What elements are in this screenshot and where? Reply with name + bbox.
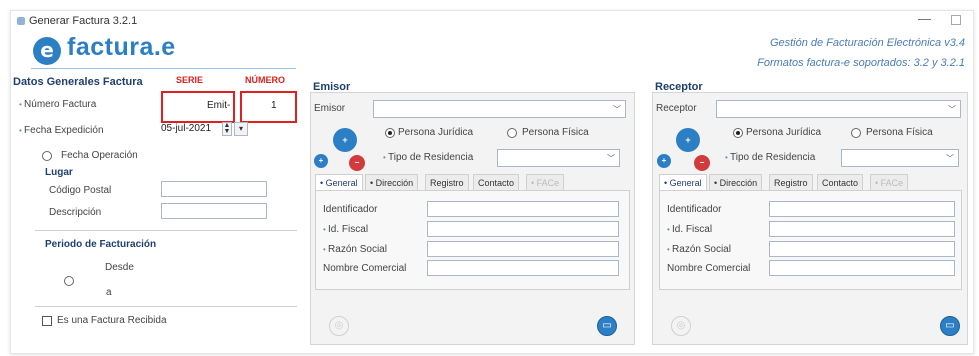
- emisor-juridica-label: Persona Jurídica: [398, 127, 474, 138]
- fecha-operacion-label: Fecha Operación: [61, 150, 138, 161]
- divider: [35, 306, 297, 307]
- remove-person-icon[interactable]: −: [349, 155, 365, 171]
- receptor-fisica-label: Persona Física: [866, 127, 933, 138]
- receptor-nombre-input[interactable]: [769, 260, 955, 276]
- divider: [35, 230, 297, 231]
- emisor-juridica-radio[interactable]: [385, 128, 395, 138]
- receptor-razon-input[interactable]: [769, 241, 955, 257]
- add-person-icon[interactable]: +: [676, 128, 700, 152]
- receptor-tab-registro[interactable]: Registro: [769, 174, 813, 190]
- emisor-tab-registro[interactable]: Registro: [425, 174, 469, 190]
- descripcion-input[interactable]: [161, 203, 267, 219]
- receptor-save-button[interactable]: ▭: [940, 316, 960, 336]
- receptor-select-label: Receptor: [656, 103, 697, 114]
- emisor-nombre-label: Nombre Comercial: [323, 263, 407, 274]
- emisor-fisica-label: Persona Física: [522, 127, 589, 138]
- emisor-nombre-input[interactable]: [427, 260, 619, 276]
- emisor-identificador-label: Identificador: [323, 204, 378, 215]
- remove-person-icon[interactable]: −: [694, 155, 710, 171]
- brand-name: factura.e: [67, 33, 176, 61]
- fecha-expedicion-input[interactable]: 05-jul-2021: [161, 123, 211, 134]
- emisor-tab-contacto[interactable]: Contacto: [473, 174, 520, 190]
- datos-generales-title: Datos Generales Factura: [13, 76, 143, 88]
- date-spinner[interactable]: ▲ ▼: [222, 122, 232, 136]
- emisor-tabs: • General • Dirección Registro Contacto …: [315, 174, 630, 190]
- emisor-razon-input[interactable]: [427, 241, 619, 257]
- descripcion-label: Descripción: [49, 207, 102, 218]
- receptor-juridica-radio[interactable]: [733, 128, 743, 138]
- receptor-residencia-select[interactable]: ﹀: [841, 149, 959, 167]
- date-picker-button[interactable]: ▾: [234, 122, 248, 136]
- formats-text: Formatos factura-e soportados: 3.2 y 3.2…: [757, 57, 965, 69]
- emisor-identificador-input[interactable]: [427, 201, 619, 217]
- emisor-disabled-button: ◎: [329, 316, 349, 336]
- fecha-expedicion-label: Fecha Expedición: [19, 125, 104, 136]
- serie-highlight: [161, 91, 235, 123]
- emisor-select-label: Emisor: [314, 103, 346, 114]
- fecha-operacion-radio[interactable]: [42, 151, 52, 161]
- app-version-text: Gestión de Facturación Electrónica v3.4: [769, 37, 965, 49]
- a-label: a: [106, 287, 112, 298]
- logo-mark: e: [33, 37, 61, 65]
- factura-recibida-checkbox[interactable]: [42, 316, 52, 326]
- numero-annotation: NÚMERO: [245, 75, 285, 85]
- emisor-select[interactable]: ﹀: [373, 100, 626, 118]
- serie-annotation: SERIE: [176, 75, 204, 85]
- receptor-tab-direccion[interactable]: • Dirección: [709, 174, 763, 190]
- title-bar: Generar Factura 3.2.1 —: [11, 11, 973, 33]
- numero-highlight: [240, 91, 297, 123]
- logo-divider: [31, 68, 296, 69]
- receptor-fisica-radio[interactable]: [851, 128, 861, 138]
- receptor-tab-contacto[interactable]: Contacto: [817, 174, 864, 190]
- lugar-title: Lugar: [45, 167, 73, 178]
- emisor-razon-label: Razón Social: [323, 244, 387, 255]
- numero-factura-label: Número Factura: [19, 99, 96, 110]
- codigo-postal-label: Código Postal: [49, 185, 112, 196]
- emisor-tab-direccion[interactable]: • Dirección: [365, 174, 419, 190]
- emisor-save-button[interactable]: ▭: [597, 316, 617, 336]
- maximize-button[interactable]: [951, 15, 961, 25]
- receptor-disabled-button: ◎: [671, 316, 691, 336]
- emisor-residencia-select[interactable]: ﹀: [497, 149, 620, 167]
- receptor-idfiscal-label: Id. Fiscal: [667, 224, 712, 235]
- codigo-postal-input[interactable]: [161, 181, 267, 197]
- receptor-identificador-label: Identificador: [667, 204, 722, 215]
- add-small-icon[interactable]: +: [314, 154, 328, 168]
- emisor-idfiscal-label: Id. Fiscal: [323, 224, 368, 235]
- receptor-nombre-label: Nombre Comercial: [667, 263, 751, 274]
- add-small-icon[interactable]: +: [657, 154, 671, 168]
- emisor-idfiscal-input[interactable]: [427, 221, 619, 237]
- periodo-radio[interactable]: [64, 276, 74, 286]
- receptor-idfiscal-input[interactable]: [769, 221, 955, 237]
- add-person-icon[interactable]: +: [333, 128, 357, 152]
- receptor-juridica-label: Persona Jurídica: [746, 127, 822, 138]
- receptor-tabs: • General • Dirección Registro Contacto …: [659, 174, 962, 190]
- app-icon: [17, 17, 25, 25]
- receptor-identificador-input[interactable]: [769, 201, 955, 217]
- receptor-razon-label: Razón Social: [667, 244, 731, 255]
- emisor-tab-general[interactable]: • General: [315, 174, 363, 190]
- emisor-tab-face: • FACe: [526, 174, 565, 190]
- periodo-title: Periodo de Facturación: [45, 239, 157, 250]
- desde-label: Desde: [105, 262, 134, 273]
- window-title: Generar Factura 3.2.1: [29, 15, 138, 27]
- receptor-tab-face: • FACe: [870, 174, 909, 190]
- receptor-residencia-label: Tipo de Residencia: [725, 152, 815, 163]
- receptor-tab-general[interactable]: • General: [659, 174, 707, 190]
- receptor-select[interactable]: ﹀: [716, 100, 961, 118]
- minimize-button[interactable]: —: [918, 11, 931, 26]
- app-window: Generar Factura 3.2.1 — e factura.e Gest…: [10, 10, 974, 354]
- emisor-fisica-radio[interactable]: [507, 128, 517, 138]
- emisor-residencia-label: Tipo de Residencia: [383, 152, 473, 163]
- factura-recibida-label: Es una Factura Recibida: [57, 315, 167, 326]
